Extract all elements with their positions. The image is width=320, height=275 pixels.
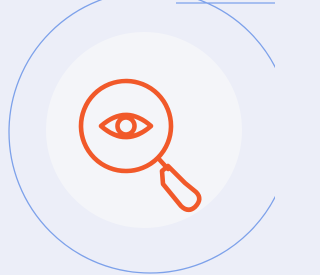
icon-tile	[0, 0, 275, 275]
icon-tile-graphic	[8, 0, 275, 274]
